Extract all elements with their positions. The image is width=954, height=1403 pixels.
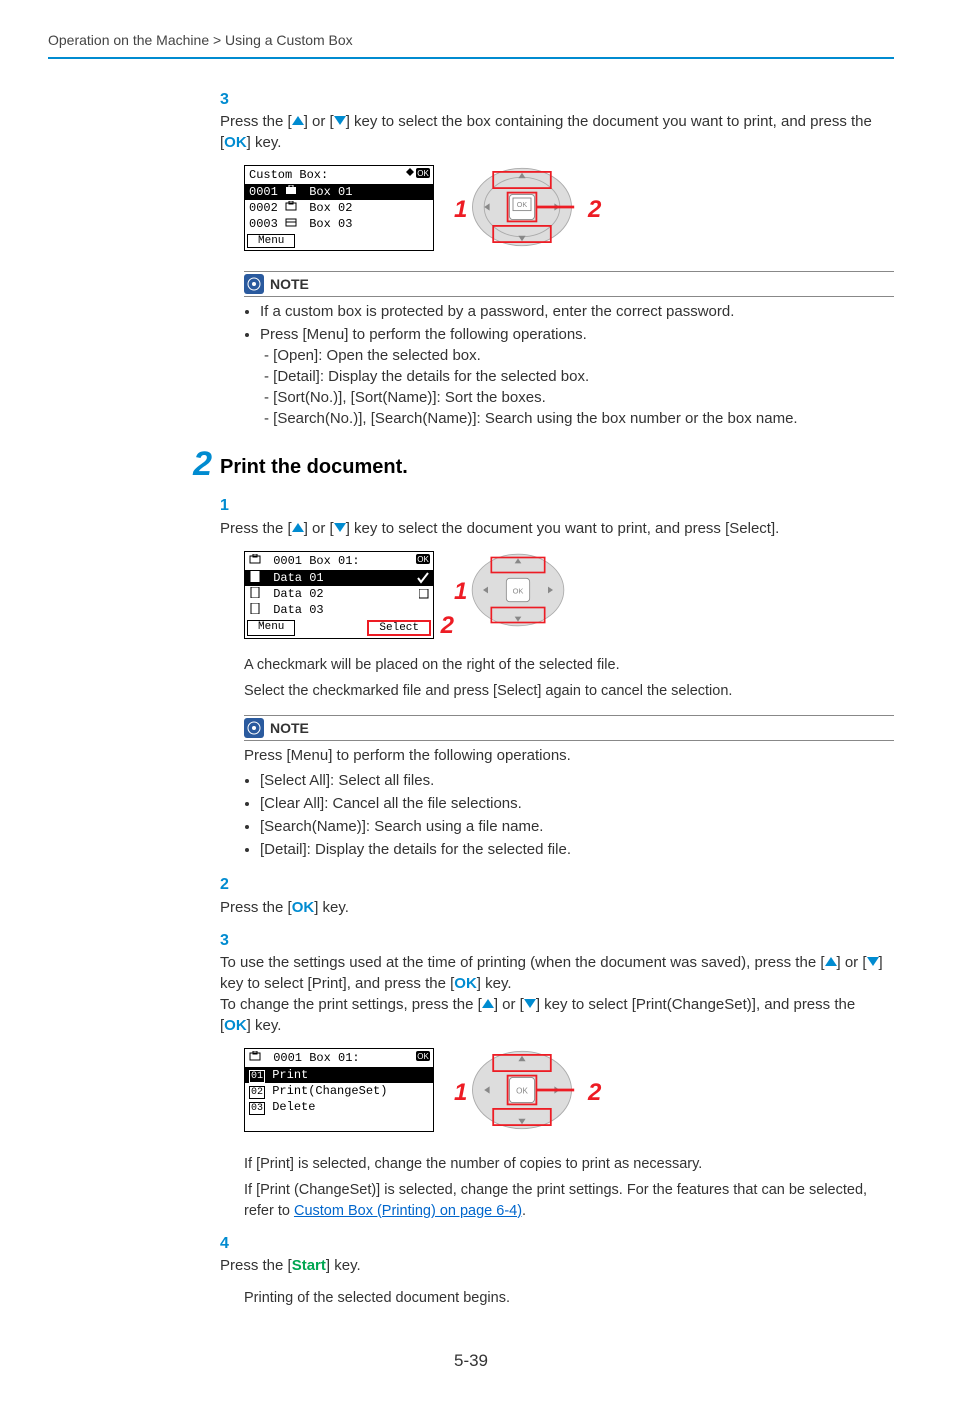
note-icon (244, 274, 264, 294)
down-arrow-icon (524, 999, 536, 1008)
nav-ok-icon: OK (406, 554, 430, 564)
checkbox-icon (419, 589, 429, 599)
dpad-icon: OK (468, 551, 568, 629)
box-icon (285, 217, 299, 228)
page-number: 5-39 (48, 1349, 894, 1373)
ok-key-label: OK (224, 134, 247, 151)
dpad-icon: OK (468, 1048, 576, 1132)
nav-ok-icon: OK (406, 1051, 430, 1061)
down-arrow-icon (867, 957, 879, 966)
substep-number: 4 (220, 1233, 236, 1255)
lcd-box-contents: 0001 Box 01: OK Data 01 Data 02 (244, 551, 434, 639)
locked-box-icon (249, 1051, 263, 1062)
file-icon (249, 587, 263, 598)
substep-number: 3 (220, 89, 236, 111)
instruction-text: Press the [] or [] key to select the doc… (220, 518, 890, 539)
select-softkey: Select (367, 620, 431, 636)
file-icon (249, 571, 263, 582)
instruction-text: Press the [OK] key. (220, 897, 890, 918)
instruction-text: Press the [] or [] key to select the box… (220, 111, 890, 153)
paragraph: Select the checkmarked file and press [S… (244, 681, 894, 701)
lcd-print-menu: 0001 Box 01: OK 01 Print 02 Print(Change… (244, 1048, 434, 1132)
up-arrow-icon (482, 999, 494, 1008)
start-key-label: Start (292, 1257, 326, 1274)
svg-text:OK: OK (517, 200, 528, 209)
svg-text:OK: OK (516, 1087, 528, 1096)
down-arrow-icon (334, 523, 346, 532)
note-icon (244, 718, 264, 738)
dpad-icon: OK (468, 165, 576, 249)
cross-reference-link[interactable]: Custom Box (Printing) on page 6-4) (294, 1203, 522, 1219)
menu-softkey: Menu (247, 234, 295, 248)
locked-box-icon (285, 201, 299, 212)
instruction-text: Press the [Start] key. (220, 1255, 890, 1276)
nav-ok-icon: OK (406, 168, 430, 178)
svg-text:OK: OK (513, 586, 524, 595)
up-arrow-icon (292, 116, 304, 125)
checkmark-icon (417, 572, 429, 584)
step-number: 2 (178, 447, 212, 481)
svg-text:OK: OK (417, 1052, 429, 1061)
paragraph: Printing of the selected document begins… (244, 1288, 894, 1308)
section-title: Print the document. (220, 453, 894, 481)
callout-number: 1 (454, 1076, 467, 1110)
paragraph: If [Print] is selected, change the numbe… (244, 1154, 894, 1174)
paragraph: If [Print (ChangeSet)] is selected, chan… (244, 1180, 894, 1221)
note-block: NOTE If a custom box is protected by a p… (244, 271, 894, 429)
note-block: NOTE Press [Menu] to perform the followi… (244, 715, 894, 860)
instruction-text: To use the settings used at the time of … (220, 952, 890, 1036)
up-arrow-icon (825, 957, 837, 966)
substep-number: 3 (220, 930, 236, 952)
file-icon (249, 603, 263, 614)
substep-number: 1 (220, 495, 236, 517)
keypad-diagram: 1 OK 2 (468, 165, 668, 255)
breadcrumb: Operation on the Machine > Using a Custo… (48, 32, 353, 48)
ok-key-label: OK (292, 899, 315, 916)
locked-box-icon (249, 554, 263, 565)
locked-box-icon (285, 185, 299, 196)
callout-number: 2 (588, 1076, 601, 1110)
callout-number: 2 (441, 609, 454, 643)
down-arrow-icon (334, 116, 346, 125)
paragraph: A checkmark will be placed on the right … (244, 655, 894, 675)
svg-text:OK: OK (417, 169, 429, 178)
ok-key-label: OK (224, 1017, 247, 1034)
keypad-diagram: 1 OK 2 (468, 1048, 668, 1138)
svg-text:OK: OK (417, 555, 429, 564)
substep-number: 2 (220, 874, 236, 896)
callout-number: 2 (588, 193, 601, 227)
callout-number: 1 (454, 193, 467, 227)
keypad-diagram: 1 OK (468, 551, 648, 635)
ok-key-label: OK (454, 975, 477, 992)
callout-number: 1 (454, 575, 467, 609)
up-arrow-icon (292, 523, 304, 532)
lcd-custom-box: Custom Box: OK 0001 Box 01 0002 Box 02 0… (244, 165, 434, 251)
menu-softkey: Menu (247, 620, 295, 636)
